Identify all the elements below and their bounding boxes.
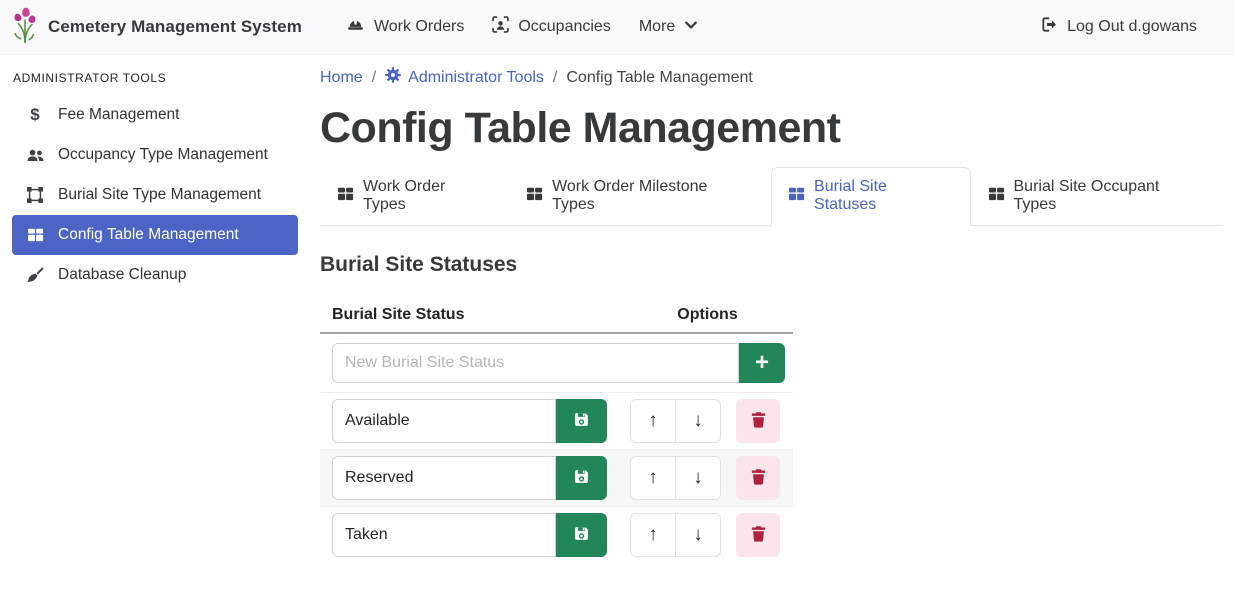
sidebar-item-occupancy-type-management[interactable]: Occupancy Type Management [12,135,298,175]
table-row: ↑ ↓ [320,393,793,450]
sidebar-item-burial-site-type-management[interactable]: Burial Site Type Management [12,175,298,215]
app-title: Cemetery Management System [48,17,302,37]
breadcrumb-separator: / [553,69,557,87]
sidebar-item-database-cleanup[interactable]: Database Cleanup [12,255,298,295]
tulips-logo-icon [12,6,38,49]
chevron-down-icon [684,18,698,37]
nav-more[interactable]: More [625,10,712,45]
breadcrumb-home[interactable]: Home [320,69,363,87]
sidebar: ADMINISTRATOR TOOLS $ Fee Management Occ… [0,55,310,591]
column-header-options: Options [630,306,785,324]
sidebar-item-fee-management[interactable]: $ Fee Management [12,95,298,135]
page-title: Config Table Management [320,104,1223,153]
move-up-button[interactable]: ↑ [630,399,676,443]
person-bounding-box-icon [492,16,509,38]
arrow-down-icon: ↓ [693,467,703,489]
breadcrumb-separator: / [372,69,376,87]
table-icon [788,186,805,207]
table-row: ↑ ↓ [320,450,793,507]
arrow-up-icon: ↑ [648,467,658,489]
save-icon [573,411,590,431]
delete-button[interactable] [736,456,780,500]
section-heading: Burial Site Statuses [320,253,1223,277]
move-up-button[interactable]: ↑ [630,513,676,557]
status-input-available[interactable] [332,399,556,443]
table-icon [988,186,1005,207]
status-table: Burial Site Status Options + [320,300,793,563]
move-down-button[interactable]: ↓ [675,456,721,500]
users-icon [24,147,46,164]
table-header-row: Burial Site Status Options [320,300,793,334]
save-button[interactable] [556,456,607,500]
logout-link[interactable]: Log Out d.gowans [1027,8,1211,46]
tab-bar: Work Order Types Work Order Milestone Ty… [320,167,1223,226]
tab-work-order-milestone-types[interactable]: Work Order Milestone Types [509,167,771,226]
column-header-burial-site-status: Burial Site Status [332,306,630,324]
nav-work-orders[interactable]: Work Orders [332,8,478,46]
table-icon [337,186,354,207]
hard-hat-icon [346,16,365,38]
save-icon [573,525,590,545]
move-down-button[interactable]: ↓ [675,399,721,443]
gear-icon [385,67,401,88]
arrow-down-icon: ↓ [693,524,703,546]
dollar-icon: $ [24,105,46,125]
delete-button[interactable] [736,513,780,557]
save-button[interactable] [556,399,607,443]
new-status-row: + [320,334,793,393]
trash-icon [750,525,767,545]
new-status-input[interactable] [332,343,739,383]
tab-burial-site-statuses[interactable]: Burial Site Statuses [771,167,970,226]
tab-work-order-types[interactable]: Work Order Types [320,167,509,226]
add-status-button[interactable]: + [739,343,785,383]
logout-icon [1041,16,1058,38]
delete-button[interactable] [736,399,780,443]
move-down-button[interactable]: ↓ [675,513,721,557]
arrow-down-icon: ↓ [693,410,703,432]
save-button[interactable] [556,513,607,557]
top-navbar: Cemetery Management System Work Orders [0,0,1235,55]
breadcrumb-administrator-tools[interactable]: Administrator Tools [385,67,544,88]
status-input-reserved[interactable] [332,456,556,500]
breadcrumb: Home / [320,67,1223,88]
table-icon [526,186,543,207]
sidebar-section-header: ADMINISTRATOR TOOLS [0,63,310,95]
breadcrumb-current: Config Table Management [566,69,753,87]
brand[interactable]: Cemetery Management System [12,6,302,49]
arrow-up-icon: ↑ [648,524,658,546]
move-up-button[interactable]: ↑ [630,456,676,500]
table-row: ↑ ↓ [320,507,793,563]
nav-occupancies[interactable]: Occupancies [478,8,625,46]
main-nav: Work Orders Occupancies More [332,8,712,46]
trash-icon [750,468,767,488]
arrow-up-icon: ↑ [648,410,658,432]
trash-icon [750,411,767,431]
broom-icon [24,267,46,284]
save-icon [573,468,590,488]
status-input-taken[interactable] [332,513,556,557]
table-icon [24,227,46,243]
vector-square-icon [24,187,46,203]
main-content: Home / [310,55,1235,591]
sidebar-item-config-table-management[interactable]: Config Table Management [12,215,298,255]
tab-burial-site-occupant-types[interactable]: Burial Site Occupant Types [971,167,1224,226]
